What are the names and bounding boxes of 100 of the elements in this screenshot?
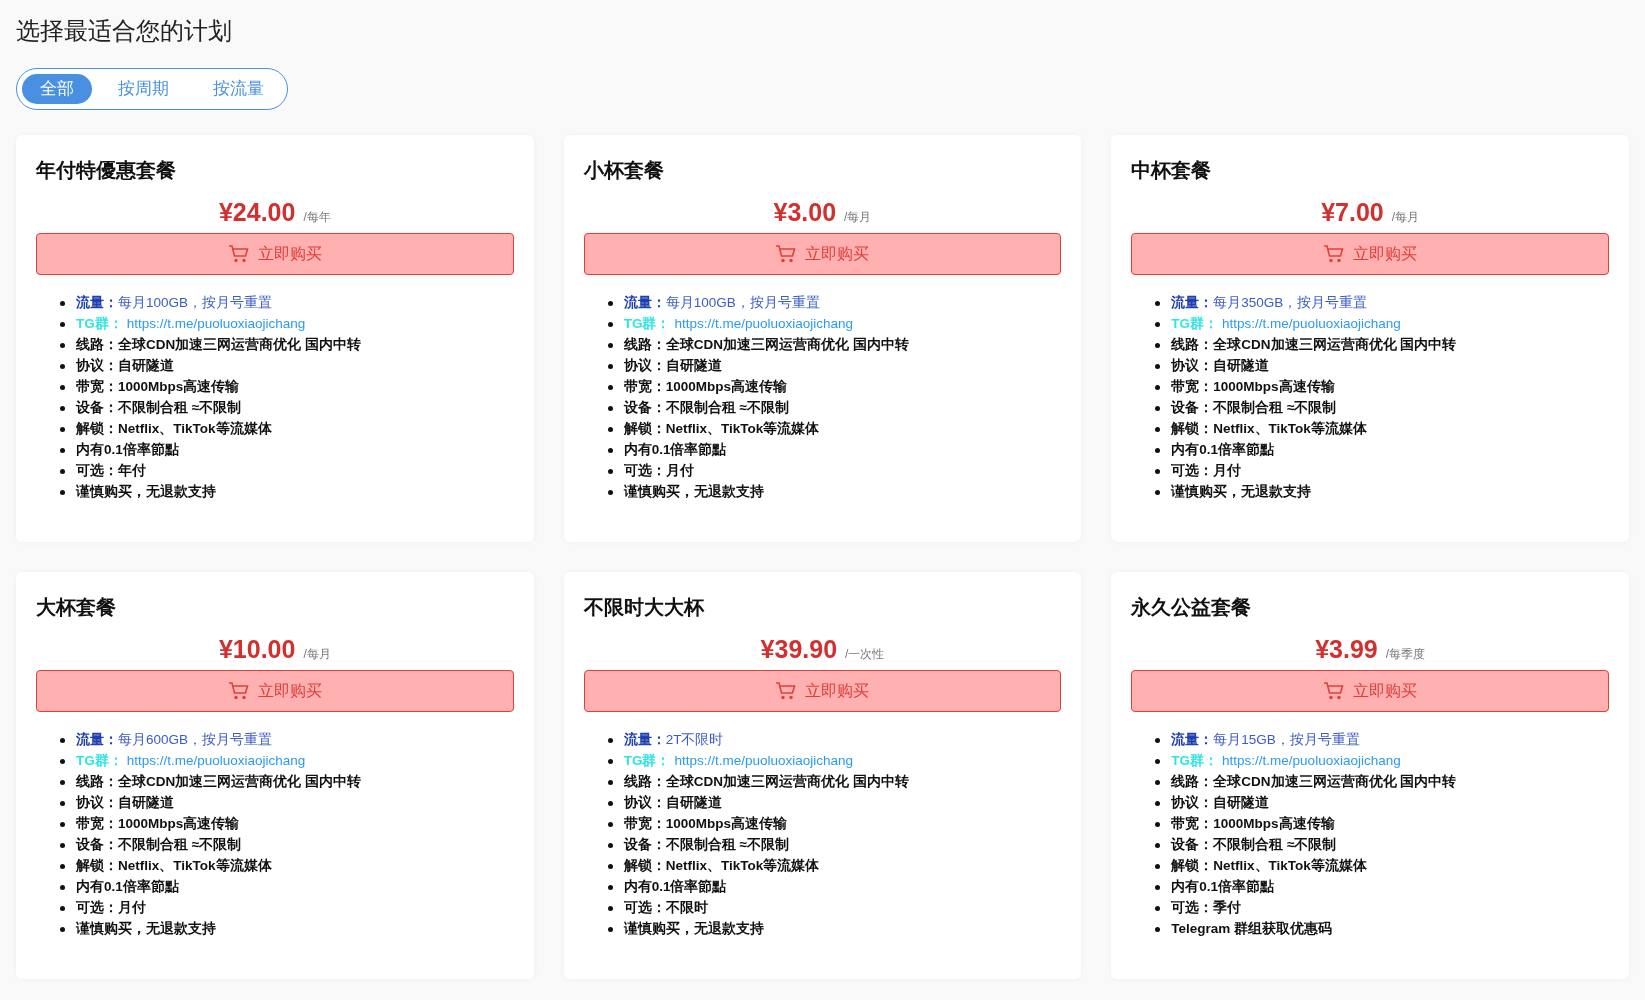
bullet-icon <box>1155 301 1161 306</box>
buy-button[interactable]: 立即购买 <box>36 670 514 712</box>
billing-period: /每月 <box>303 646 331 663</box>
bullet-icon <box>607 801 613 806</box>
price: ¥24.00 <box>218 197 296 227</box>
cart-icon <box>1323 244 1346 264</box>
feature-label: 流量： <box>1171 294 1214 313</box>
bullet-icon <box>60 927 65 932</box>
filter-tab[interactable]: 按流量 <box>195 74 282 104</box>
bullet-icon <box>60 448 65 453</box>
filter-tab[interactable]: 全部 <box>22 74 92 104</box>
bullet-icon <box>1155 364 1161 369</box>
feature-label: TG群： <box>623 752 671 771</box>
bullet-icon <box>1155 780 1161 785</box>
feature-text: 协议：自研隧道 <box>76 357 174 376</box>
bullet-icon <box>1155 885 1161 890</box>
bullet-icon <box>607 927 613 932</box>
feature-text: 设备：不限制合租 ≈不限制 <box>76 399 242 418</box>
feature-text: 可选：年付 <box>76 462 146 481</box>
bullet-icon <box>60 406 65 411</box>
feature-text: 可选：月付 <box>1171 462 1242 481</box>
feature-label: TG群： <box>76 315 123 334</box>
bullet-icon <box>60 364 65 369</box>
bullet-icon <box>607 301 613 306</box>
bullet-icon <box>1155 343 1161 348</box>
buy-button[interactable]: 立即购买 <box>1131 233 1609 275</box>
cart-icon <box>227 681 250 701</box>
buy-button[interactable]: 立即购买 <box>36 233 514 275</box>
plan-name: 永久公益套餐 <box>1131 595 1253 620</box>
feature-text: 内有0.1倍率節點 <box>1171 441 1275 460</box>
bullet-icon <box>60 801 65 806</box>
bullet-icon <box>1155 822 1161 827</box>
feature-label: TG群： <box>76 752 123 771</box>
feature-text: 线路：全球CDN加速三网运营商优化 国内中转 <box>76 336 361 355</box>
bullet-icon <box>1155 385 1161 390</box>
cart-icon <box>1323 681 1346 701</box>
bullet-icon <box>1155 864 1161 869</box>
billing-period: /每年 <box>303 209 331 226</box>
bullet-icon <box>60 385 65 390</box>
price: ¥10.00 <box>218 634 296 664</box>
bullet-icon <box>607 427 613 432</box>
bullet-icon <box>607 343 613 348</box>
feature-text: 可选：月付 <box>623 462 694 481</box>
bullet-icon <box>607 864 613 869</box>
telegram-link[interactable]: https://t.me/puoluoxiaojichang <box>674 751 854 772</box>
traffic-value: 每月100GB，按月号重置 <box>118 294 273 313</box>
feature-text: 线路：全球CDN加速三网运营商优化 国内中转 <box>76 773 361 792</box>
bullet-icon <box>1155 448 1161 453</box>
feature-text: 带宽：1000Mbps高速传输 <box>623 815 787 834</box>
feature-text: 谨慎购买，无退款支持 <box>623 483 764 502</box>
feature-text: 谨慎购买，无退款支持 <box>76 920 216 939</box>
bullet-icon <box>60 822 65 827</box>
telegram-link[interactable]: https://t.me/puoluoxiaojichang <box>1222 751 1401 772</box>
bullet-icon <box>60 780 65 785</box>
feature-text: 协议：自研隧道 <box>623 357 722 376</box>
telegram-link[interactable]: https://t.me/puoluoxiaojichang <box>674 314 854 335</box>
telegram-link[interactable]: https://t.me/puoluoxiaojichang <box>126 751 306 772</box>
filter-tab[interactable]: 按周期 <box>100 74 187 104</box>
feature-text: 带宽：1000Mbps高速传输 <box>76 378 240 397</box>
bullet-icon <box>1155 801 1161 806</box>
bullet-icon <box>60 864 65 869</box>
bullet-icon <box>1155 427 1161 432</box>
plan-name: 中杯套餐 <box>1131 158 1213 183</box>
bullet-icon <box>607 364 613 369</box>
feature-label: 流量： <box>623 731 666 750</box>
cart-icon <box>227 244 250 264</box>
price: ¥3.99 <box>1315 634 1378 664</box>
billing-period: /每季度 <box>1385 646 1426 663</box>
bullet-icon <box>1155 843 1161 848</box>
buy-button[interactable]: 立即购买 <box>1131 670 1609 712</box>
feature-text: 解锁：Netflix、TikTok等流媒体 <box>76 857 272 876</box>
bullet-icon <box>60 885 65 890</box>
feature-text: 协议：自研隧道 <box>76 794 174 813</box>
traffic-value: 每月15GB，按月号重置 <box>1213 731 1360 750</box>
bullet-icon <box>1155 490 1161 495</box>
telegram-link[interactable]: https://t.me/puoluoxiaojichang <box>126 314 306 335</box>
feature-text: 线路：全球CDN加速三网运营商优化 国内中转 <box>1171 336 1457 355</box>
bullet-icon <box>60 301 65 306</box>
bullet-icon <box>60 843 65 848</box>
buy-button[interactable]: 立即购买 <box>583 233 1062 275</box>
feature-text: 解锁：Netflix、TikTok等流媒体 <box>76 420 272 439</box>
feature-text: 设备：不限制合租 ≈不限制 <box>76 836 242 855</box>
bullet-icon <box>607 322 613 327</box>
price: ¥39.90 <box>760 634 838 664</box>
feature-text: 内有0.1倍率節點 <box>1171 878 1275 897</box>
feature-text: 内有0.1倍率節點 <box>623 878 727 897</box>
bullet-icon <box>1155 738 1161 743</box>
bullet-icon <box>1155 322 1161 327</box>
buy-button[interactable]: 立即购买 <box>583 670 1062 712</box>
billing-period: /每月 <box>844 209 872 226</box>
billing-period: /一次性 <box>845 646 885 663</box>
bullet-icon <box>607 448 613 453</box>
feature-text: 设备：不限制合租 ≈不限制 <box>1171 399 1337 418</box>
feature-text: 带宽：1000Mbps高速传输 <box>1171 378 1335 397</box>
feature-text: 解锁：Netflix、TikTok等流媒体 <box>1171 420 1367 439</box>
feature-text: 谨慎购买，无退款支持 <box>1171 483 1312 502</box>
bullet-icon <box>607 780 613 785</box>
bullet-icon <box>1155 759 1161 764</box>
telegram-link[interactable]: https://t.me/puoluoxiaojichang <box>1222 314 1401 335</box>
feature-text: 可选：不限时 <box>623 899 708 918</box>
